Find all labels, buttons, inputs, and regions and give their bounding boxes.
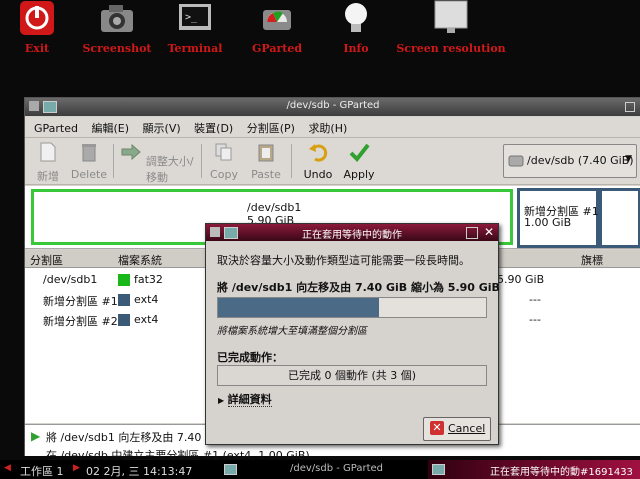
taskbar-task[interactable]: /dev/sdb - GParted (290, 463, 383, 474)
workspace-next-icon[interactable]: ▶ (73, 463, 80, 473)
checkmark-icon (349, 143, 370, 163)
dialog-title: 正在套用等待中的動作 (302, 230, 402, 241)
cancel-icon: ✕ (430, 421, 444, 435)
apply-button[interactable]: Apply (343, 141, 375, 181)
partition-map-label: /dev/sdb1 (247, 201, 302, 214)
dialog-intro-text: 取決於容量大小及動作類型這可能需要一段長時間。 (217, 254, 470, 267)
fs-color-swatch (118, 294, 130, 306)
sub-operation-status: 將檔案系統增大至填滿整個分割區 (217, 326, 367, 337)
menubar: GParted 編輯(E) 顯示(V) 裝置(D) 分割區(P) 求助(H) (25, 117, 640, 138)
toolbar-separator (113, 144, 114, 178)
toolbar-separator (291, 144, 292, 178)
toolbar-separator (201, 144, 202, 178)
new-button[interactable]: 新增 (35, 141, 61, 184)
column-partition[interactable]: 分割區 (30, 252, 63, 268)
clock: 02 2月, 三 14:13:47 (86, 465, 193, 478)
resize-arrow-icon (121, 143, 142, 161)
close-icon[interactable]: ✕ (484, 225, 494, 239)
resize-op-icon: ▶ (31, 429, 41, 443)
menu-gparted[interactable]: GParted (29, 119, 83, 135)
monitor-icon (434, 0, 468, 33)
apply-operations-dialog: 正在套用等待中的動作 ✕ 取決於容量大小及動作類型這可能需要一段長時間。 將 /… (205, 223, 500, 445)
paste-button[interactable]: Paste (249, 141, 283, 181)
app-icon (224, 464, 237, 475)
launcher-label: Info (343, 42, 369, 55)
details-expander[interactable]: ▶ 詳細資料 (218, 391, 272, 407)
camera-icon (101, 5, 133, 32)
copy-icon (215, 143, 232, 161)
launcher-info[interactable]: Info (301, 0, 411, 55)
toolbar: 新增 Delete 調整大小/移動 Copy Paste Undo Apply (25, 138, 640, 185)
launcher-label: Screen resolution (396, 42, 506, 55)
new-document-icon (40, 142, 56, 162)
maximize-icon[interactable] (625, 102, 635, 112)
menu-partition[interactable]: 分割區(P) (242, 117, 300, 136)
dialog-titlebar[interactable]: 正在套用等待中的動作 ✕ (206, 224, 498, 241)
menu-view[interactable]: 顯示(V) (138, 117, 186, 136)
device-selector[interactable]: /dev/sdb (7.40 GiB) ▼ (503, 144, 637, 178)
current-operation-progress (217, 297, 487, 318)
window-title: /dev/sdb - GParted (286, 100, 380, 111)
paste-icon (258, 144, 274, 162)
taskbar: ◀ 工作區 1 ▶ 02 2月, 三 14:13:47 /dev/sdb - G… (0, 460, 640, 479)
chevron-down-icon: ▼ (625, 154, 632, 164)
undo-icon (309, 144, 328, 162)
fs-color-swatch (118, 314, 130, 326)
disk-icon (508, 155, 524, 167)
launcher-screen-resolution[interactable]: Screen resolution (396, 0, 506, 55)
cancel-button[interactable]: ✕ Cancel (423, 417, 491, 441)
current-operation: 將 /dev/sdb1 向左移及由 7.40 GiB 縮小為 5.90 GiB (217, 281, 500, 294)
workspace-label[interactable]: 工作區 1 (20, 463, 64, 479)
exit-icon (20, 1, 54, 35)
trash-icon (82, 144, 96, 162)
resize-move-button[interactable]: 調整大小/移動 (119, 141, 195, 185)
progress-fill (218, 298, 379, 317)
completed-label: 已完成動作： (217, 351, 283, 364)
column-filesystem[interactable]: 檔案系統 (118, 252, 162, 268)
partition-map-size: 1.00 GiB (524, 216, 572, 229)
expander-arrow-icon: ▶ (218, 396, 225, 405)
delete-button[interactable]: Delete (69, 141, 109, 181)
window-titlebar[interactable]: /dev/sdb - GParted (25, 98, 640, 116)
svg-text:>_: >_ (185, 12, 198, 23)
gparted-icon (263, 10, 291, 30)
details-label: 詳細資料 (227, 393, 272, 407)
partition-map-new2[interactable] (599, 188, 640, 248)
menu-edit[interactable]: 編輯(E) (87, 117, 135, 136)
taskbar-task-active[interactable]: 正在套用等待中的動#1691433 (428, 460, 640, 479)
menu-device[interactable]: 裝置(D) (189, 117, 238, 136)
column-flags[interactable]: 旗標 (581, 252, 603, 268)
workspace-prev-icon[interactable]: ◀ (4, 463, 11, 473)
app-icon (432, 464, 445, 475)
undo-button[interactable]: Undo (303, 141, 333, 181)
terminal-icon: >_ (179, 4, 211, 30)
fs-color-swatch (118, 274, 130, 286)
pending-operation[interactable]: 將 /dev/sdb1 向左移及由 7.40 GiB (46, 429, 224, 445)
completed-operations-progress: 已完成 0 個動作 (共 3 個) (217, 365, 487, 386)
minimize-icon[interactable] (466, 227, 478, 239)
menu-help[interactable]: 求助(H) (303, 117, 352, 136)
copy-button[interactable]: Copy (209, 141, 239, 181)
lightbulb-icon (345, 3, 367, 32)
